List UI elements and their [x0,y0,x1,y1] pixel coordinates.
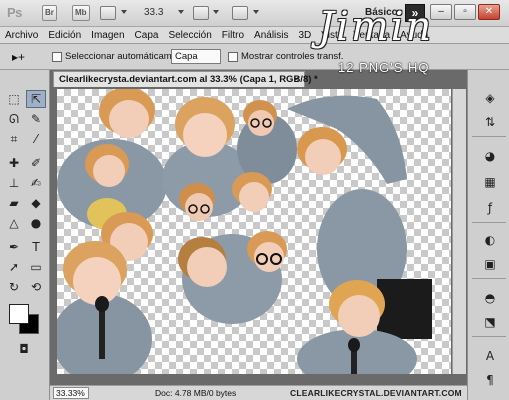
bucket-icon[interactable]: ◆ [26,194,46,212]
brush-icon[interactable]: ✐ [26,154,46,172]
view-extras-icon[interactable] [100,6,116,20]
eraser-icon[interactable]: ▰ [4,194,24,212]
document-tab-title: Clearlikecrysta.deviantart.com al 33.3% … [59,74,318,85]
photoshop-logo: Ps [7,5,22,20]
crop-icon[interactable]: ⌗ [4,130,24,148]
blur-icon[interactable]: △ [4,214,24,232]
character-icon[interactable]: A [481,348,499,364]
chevron-down-icon[interactable] [213,10,219,14]
close-button[interactable]: ✕ [478,4,500,20]
foreground-color-swatch[interactable] [9,304,29,324]
auto-select-dropdown[interactable]: Capa [171,49,221,64]
menu-archivo[interactable]: Archivo [5,30,38,41]
path-select-icon[interactable]: ➚ [4,258,24,276]
quick-select-icon[interactable]: ✎ [26,110,46,128]
menu-seleccion[interactable]: Selección [168,30,211,41]
show-transform-label: Mostrar controles transf. [241,51,344,62]
overlay-subtitle: 12 PNG'S HQ [338,60,430,75]
menu-3d[interactable]: 3D [299,30,312,41]
stamp-icon[interactable]: ⊥ [4,174,24,192]
document-info[interactable]: Doc: 4.78 MB/0 bytes [155,388,236,398]
overlay-title: Jimin [318,4,434,50]
healing-icon[interactable]: ✚ [4,154,24,172]
dock-divider [472,136,506,137]
auto-select-checkbox[interactable] [52,52,62,62]
pen-icon[interactable]: ✒ [4,238,24,256]
channels-icon[interactable]: ⇅ [481,114,499,130]
move-icon[interactable]: ⇱ [26,90,46,108]
mini-bridge-button[interactable]: Mb [72,5,90,21]
chevron-down-icon[interactable] [253,10,259,14]
mask-icon[interactable]: ◐ [481,232,499,248]
swatches-icon[interactable]: ◕ [481,148,499,164]
type-icon[interactable]: T [26,238,46,256]
marquee-icon[interactable]: ⬚ [4,90,24,108]
quick-mask-icon[interactable]: ◘ [14,340,34,358]
figure-top-right-arm [287,95,407,184]
dock-divider [472,222,506,223]
close-tab-icon[interactable]: × [293,72,299,87]
chevron-down-icon[interactable] [178,10,184,14]
chevron-down-icon[interactable] [121,10,127,14]
fx-icon[interactable]: ƒ [481,200,499,216]
3d-rotate-icon[interactable]: ↻ [4,278,24,296]
shape-icon[interactable]: ▭ [26,258,46,276]
menu-capa[interactable]: Capa [135,30,159,41]
credit-watermark: CLEARLIKECRYSTAL.DEVIANTART.COM [290,388,462,398]
menu-analisis[interactable]: Análisis [254,30,288,41]
dock-divider [472,336,506,337]
figure-bottom-left [57,241,152,374]
move-tool-preset-icon[interactable]: ▸+ [12,50,25,64]
photo-collage [57,89,432,374]
toolbox: ⬚ ⇱ ᘏ ✎ ⌗ ⁄ ✚ ✐ ⊥ ✍ ▰ ◆ △ ● ✒ T ➚ ▭ ↻ ⟲ … [0,70,50,400]
adjustments-icon[interactable]: ▦ [481,174,499,190]
zoom-status-field[interactable]: 33.33% [53,387,89,399]
dodge-icon[interactable]: ● [26,214,46,232]
menu-filtro[interactable]: Filtro [222,30,244,41]
layers-icon[interactable]: ◈ [481,90,499,106]
dock-divider [472,278,506,279]
panel-dock: ◈ ⇅ ◕ ▦ ƒ ◐ ▣ ◓ ⬔ A ¶ [467,70,509,400]
3d-orbit-icon[interactable]: ⟲ [26,278,46,296]
canvas[interactable] [57,89,451,374]
figure-top-glasses [237,100,297,184]
document-tab[interactable]: Clearlikecrysta.deviantart.com al 33.3% … [53,71,318,87]
show-transform-checkbox[interactable] [228,52,238,62]
3d-icon[interactable]: ◓ [481,290,499,306]
lasso-icon[interactable]: ᘏ [4,110,24,128]
arrange-documents-icon[interactable] [193,6,209,20]
bridge-button[interactable]: Br [42,5,57,21]
menu-edicion[interactable]: Edición [48,30,81,41]
info-icon[interactable]: ▣ [481,256,499,272]
menu-imagen[interactable]: Imagen [91,30,124,41]
styles-icon[interactable]: ⬔ [481,314,499,330]
history-brush-icon[interactable]: ✍ [26,174,46,192]
restore-button[interactable]: ▫ [454,4,476,20]
vertical-scrollbar[interactable] [452,89,466,374]
status-bar: 33.33% Doc: 4.78 MB/0 bytes CLEARLIKECRY… [50,385,467,400]
eyedropper-icon[interactable]: ⁄ [26,130,46,148]
screen-mode-icon[interactable] [232,6,248,20]
paragraph-icon[interactable]: ¶ [481,372,499,388]
